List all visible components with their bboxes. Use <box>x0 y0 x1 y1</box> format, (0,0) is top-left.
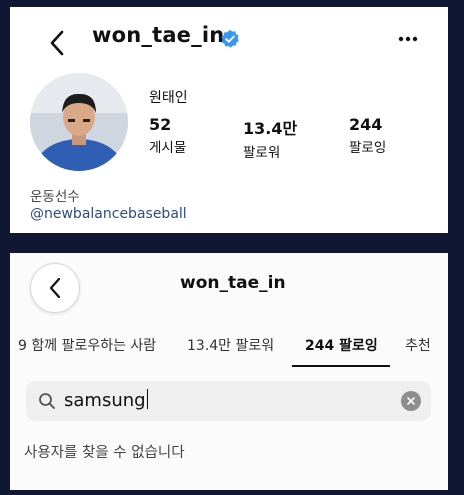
text-caret <box>146 389 148 409</box>
clear-search-button[interactable] <box>401 391 421 411</box>
verified-badge-icon <box>221 29 239 48</box>
bio-category: 운동선수 <box>30 189 80 205</box>
search-value: samsung <box>64 390 146 411</box>
search-query: samsung <box>64 389 148 411</box>
followers-label: 팔로워 <box>243 145 281 161</box>
search-input[interactable]: samsung <box>26 381 431 421</box>
screen-title-username: won_tae_in <box>180 273 286 293</box>
tab-following[interactable]: 244 팔로잉 <box>305 335 378 355</box>
more-options-button[interactable] <box>396 29 420 49</box>
active-tab-indicator <box>292 365 390 367</box>
back-button[interactable] <box>30 263 80 313</box>
tab-suggested[interactable]: 추천 <box>405 335 431 355</box>
more-horizontal-icon <box>398 36 418 42</box>
chevron-left-icon <box>50 30 64 56</box>
posts-count: 52 <box>149 115 172 134</box>
bio-mention-link[interactable]: @newbalancebaseball <box>30 206 187 222</box>
following-list-panel: won_tae_in 9 함께 팔로우하는 사람 13.4만 팔로워 244 팔… <box>10 253 448 490</box>
posts-label: 게시물 <box>149 140 187 156</box>
no-results-message: 사용자를 찾을 수 없습니다 <box>24 445 185 461</box>
chevron-left-icon <box>49 277 61 299</box>
posts-stat[interactable]: 52 게시물 <box>149 115 186 156</box>
back-button[interactable] <box>44 25 70 61</box>
avatar-photo <box>30 73 128 171</box>
search-icon <box>39 393 55 409</box>
followers-stat[interactable]: 13.4만 팔로워 <box>243 115 297 161</box>
following-stat[interactable]: 244 팔로잉 <box>349 115 386 156</box>
profile-header-panel: won_tae_in 원태인 52 게시물 13.4만 팔로워 244 팔로잉 <box>10 7 448 233</box>
followers-count: 13.4만 <box>243 119 298 138</box>
following-count: 244 <box>349 115 383 134</box>
tab-followers[interactable]: 13.4만 팔로워 <box>187 335 274 355</box>
following-label: 팔로잉 <box>349 140 387 156</box>
follow-tabs: 9 함께 팔로우하는 사람 13.4만 팔로워 244 팔로잉 추천 <box>10 321 448 367</box>
close-icon <box>407 397 415 405</box>
profile-username: won_tae_in <box>92 23 225 47</box>
tab-mutual-followers[interactable]: 9 함께 팔로우하는 사람 <box>18 335 156 355</box>
avatar[interactable] <box>30 73 128 171</box>
display-name: 원태인 <box>149 90 188 106</box>
